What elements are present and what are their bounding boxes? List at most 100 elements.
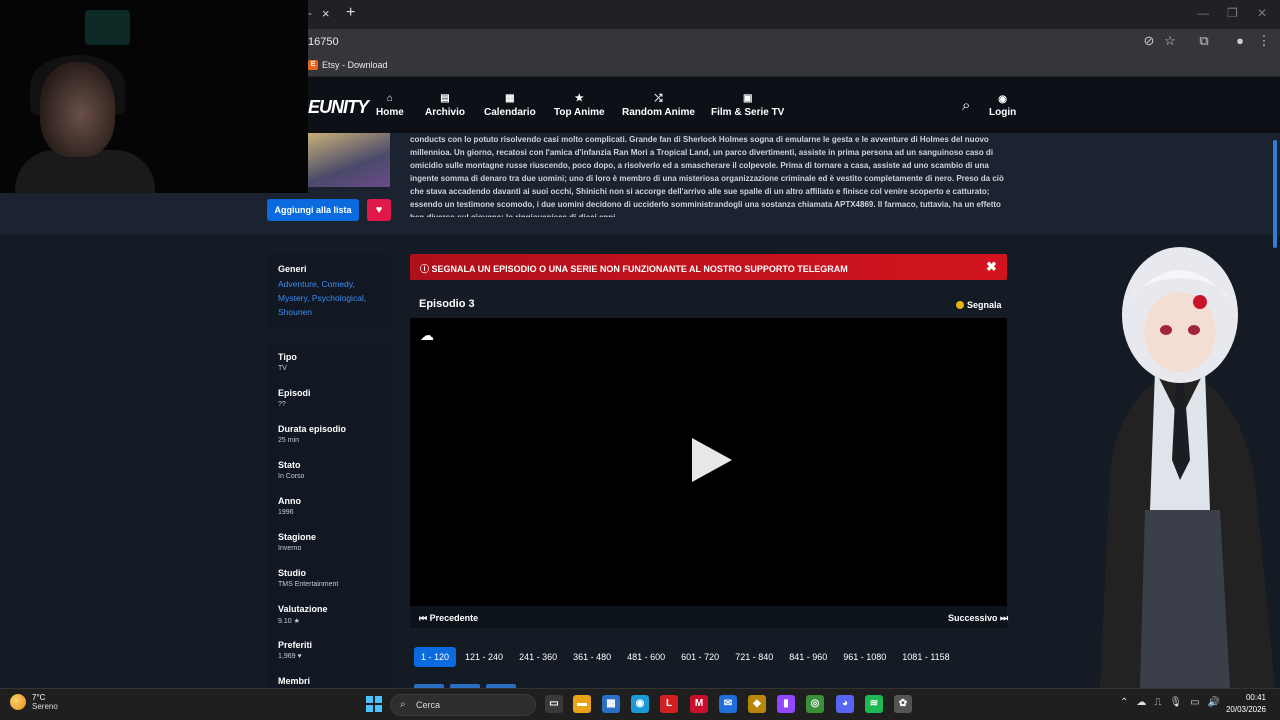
detail-label: Studio (278, 568, 306, 578)
usb-icon[interactable]: ⎍ (1154, 697, 1161, 708)
tray-chevron-icon[interactable]: ⌃ (1120, 697, 1128, 708)
detail-studio: Studio TMS Entertainment (278, 568, 381, 604)
eye-off-icon[interactable]: ⊘ (1140, 33, 1158, 49)
report-alert-text: ⓘ SEGNALA UN EPISODIO O UNA SERIE NON FU… (420, 264, 848, 274)
range-tab[interactable]: 1 - 120 (414, 647, 457, 667)
detail-value: TV (278, 365, 287, 372)
weather-widget[interactable]: 7°C Sereno (10, 693, 58, 711)
close-window-icon[interactable]: ✕ (1257, 6, 1267, 20)
speaker-icon[interactable]: 🔊 (1208, 697, 1220, 708)
nav-label: Top Anime (554, 107, 605, 118)
tab-close-icon[interactable]: × (322, 6, 330, 21)
genres-panel: Generi Adventure, Comedy, Mystery, Psych… (268, 254, 391, 329)
discord-icon[interactable]: ◕ (836, 695, 854, 713)
maximize-icon[interactable]: ❐ (1227, 6, 1238, 20)
nav-label: Calendario (484, 107, 536, 118)
taskbar-search[interactable]: ⌕ Cerca (390, 694, 536, 716)
detail-value: 9.10 ★ (278, 618, 300, 625)
mail-icon[interactable]: ✉ (719, 695, 737, 713)
cloud-icon[interactable]: ☁ (420, 327, 434, 344)
temperature: 7°C (32, 693, 46, 702)
login-button[interactable]: ◉ Login (989, 94, 1016, 118)
system-tray: ⌃ ☁ ⎍ 🎙 ▭ 🔊 (1120, 697, 1220, 708)
extensions-icon[interactable]: ⧉ (1195, 33, 1213, 49)
file-explorer-icon[interactable]: ▬ (573, 695, 591, 713)
search-icon[interactable]: ⌕ (962, 97, 970, 114)
range-tab[interactable]: 241 - 360 (512, 647, 564, 667)
range-tab[interactable]: 481 - 600 (620, 647, 672, 667)
detail-value: TMS Entertainment (278, 581, 339, 588)
person-face (40, 62, 115, 157)
game-icon[interactable]: ◆ (748, 695, 766, 713)
detail-episodi: Episodi?? (278, 388, 381, 424)
system-clock[interactable]: 00:41 20/03/2026 (1222, 693, 1266, 714)
range-tab[interactable]: 721 - 840 (728, 647, 780, 667)
windows-taskbar: 7°C Sereno ⌕ Cerca ▭ ▬ ▦ ◉ L M ✉ ◆ ▮ ◎ ◕ ≋ ✿ ⌃ ☁ ⎍ 🎙… (0, 688, 1280, 720)
range-tab[interactable]: 601 - 720 (674, 647, 726, 667)
moon-weather-icon (10, 694, 26, 710)
nav-calendario[interactable]: ▦ Calendario (484, 93, 536, 118)
detail-value: 1996 (278, 509, 294, 516)
bookmark-etsy[interactable]: E Etsy - Download (308, 60, 388, 70)
detail-anno: Anno 1996 (278, 496, 381, 532)
twitch-icon[interactable]: ▮ (777, 695, 795, 713)
favorite-heart-icon[interactable]: ♥ (367, 199, 391, 221)
profile-avatar-icon[interactable]: ● (1231, 33, 1249, 48)
report-episode-button[interactable]: Segnala (956, 300, 1002, 310)
windows-start-icon[interactable] (366, 696, 382, 712)
detail-value: 25 min (278, 437, 300, 444)
edge-icon[interactable]: ◉ (631, 695, 649, 713)
detail-tipo: Tipo TV (278, 352, 381, 388)
add-to-list-button[interactable]: Aggiungi alla lista (267, 199, 359, 221)
minimize-icon[interactable]: — (1197, 6, 1209, 20)
detail-stagione: Stagione Inverno (278, 532, 381, 568)
bookmark-star-icon[interactable]: ☆ (1161, 33, 1179, 49)
next-episode-button[interactable]: Successivo ⏭ (948, 613, 1008, 624)
detail-value: 1,969 ♥ (278, 653, 302, 660)
nav-random-anime[interactable]: ⤮ Random Anime (622, 93, 695, 118)
nav-top-anime[interactable]: ★ Top Anime (554, 93, 605, 118)
range-tab[interactable]: 1081 - 1158 (895, 647, 956, 667)
episode-range-tabs: 1 - 120 121 - 240 241 - 360 361 - 480 48… (414, 647, 957, 667)
store-icon[interactable]: ▦ (602, 695, 620, 713)
range-tab[interactable]: 841 - 960 (782, 647, 834, 667)
play-icon[interactable] (692, 438, 732, 482)
nav-label: Archivio (425, 107, 466, 118)
etsy-icon: E (308, 60, 318, 70)
display-icon[interactable]: ▭ (1190, 697, 1199, 708)
report-alert-bar[interactable]: ⓘ SEGNALA UN EPISODIO O UNA SERIE NON FU… (410, 254, 1007, 280)
range-tab[interactable]: 121 - 240 (458, 647, 510, 667)
task-view-icon[interactable]: ▭ (545, 695, 563, 713)
detail-label: Anno (278, 496, 301, 506)
mcafee-icon[interactable]: M (690, 695, 708, 713)
user-icon: ◉ (998, 94, 1007, 105)
close-icon[interactable]: ✖ (986, 259, 997, 275)
settings-app-icon[interactable]: ✿ (894, 695, 912, 713)
webcam-overlay (0, 0, 308, 193)
calendar-icon: ▦ (505, 93, 515, 104)
search-label: Cerca (416, 700, 441, 710)
url-text[interactable]: 16750 (308, 36, 339, 48)
spotify-icon[interactable]: ≋ (865, 695, 883, 713)
detail-label: Membri (278, 676, 311, 686)
l-app-icon[interactable]: L (660, 695, 678, 713)
genre-links[interactable]: Adventure, Comedy, Mystery, Psychologica… (278, 277, 381, 319)
microphone-icon[interactable]: 🎙 (1169, 697, 1182, 708)
nav-archivio[interactable]: ▤ Archivio (425, 93, 465, 118)
chrome-icon[interactable]: ◎ (806, 695, 824, 713)
detail-preferiti: Preferiti 1,969 ♥ (278, 640, 381, 676)
site-logo[interactable]: EUNITY (308, 97, 369, 118)
previous-episode-button[interactable]: ⏮ Precedente (419, 613, 478, 624)
range-tab[interactable]: 961 - 1080 (836, 647, 893, 667)
anime-poster (308, 133, 390, 187)
menu-kebab-icon[interactable]: ⋮ (1255, 33, 1273, 49)
nav-home[interactable]: ⌂ Home (376, 93, 404, 118)
episode-title: Episodio 3 (419, 298, 475, 310)
range-tab[interactable]: 361 - 480 (566, 647, 618, 667)
onedrive-icon[interactable]: ☁ (1136, 697, 1146, 708)
new-tab-icon[interactable]: + (346, 4, 355, 22)
page-scrollbar[interactable] (1273, 140, 1277, 248)
film-icon: ▣ (742, 93, 753, 104)
archive-icon: ▤ (440, 93, 450, 104)
nav-film-serie[interactable]: ▣ Film & Serie TV (711, 93, 784, 118)
